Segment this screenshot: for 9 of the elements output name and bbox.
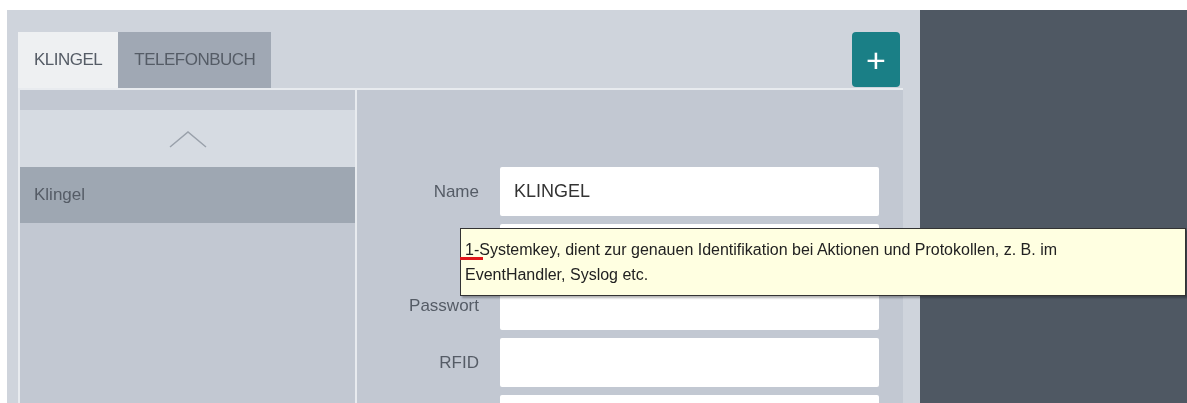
tab[interactable]: KLINGEL [18,32,119,88]
tab[interactable]: TELEFONBUCH [118,32,272,88]
list-item[interactable]: Klingel [20,167,355,223]
input-field[interactable]: KLINGEL [500,167,879,216]
field-label: Passwort [408,294,480,317]
tooltip: 1-Systemkey, dient zur genauen Identifikation bei Aktionen und Protokollen, z. B. im EventHandler, Syslog etc. [460,228,1186,296]
field-label: RFID [438,351,480,374]
add-button[interactable]: + [852,32,900,87]
field-label: Name [432,180,480,203]
